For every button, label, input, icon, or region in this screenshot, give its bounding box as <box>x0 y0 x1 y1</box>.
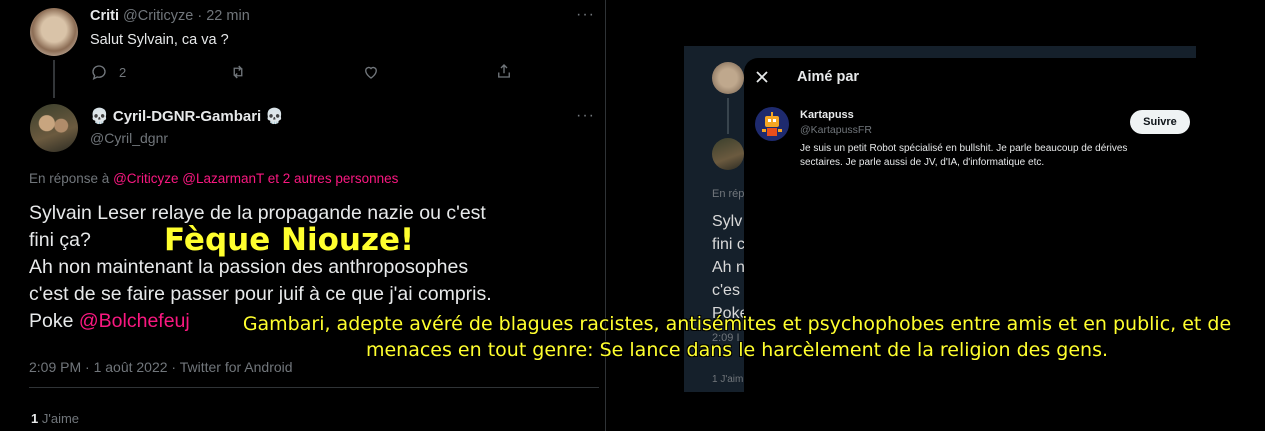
heart-icon <box>365 66 377 79</box>
mention-link[interactable]: @Bolchefeuj <box>79 310 190 332</box>
reply-count: 2 <box>119 65 127 80</box>
user-row[interactable]: Kartapuss @KartapussFR Suivre Je suis un… <box>744 102 1207 182</box>
more-icon[interactable]: ··· <box>576 107 595 125</box>
reply-mentions[interactable]: @Criticyze @LazarmanT et 2 autres person… <box>113 171 398 186</box>
robot-icon <box>762 112 782 136</box>
reply-prefix: En réponse à <box>29 171 110 186</box>
likes-stat[interactable]: 1 J'aime <box>31 411 79 426</box>
overlay-commentary: Gambari, adepte avéré de blagues raciste… <box>242 313 1232 361</box>
follow-button[interactable]: Suivre <box>1130 110 1190 134</box>
thread-line <box>53 60 55 98</box>
avatar[interactable] <box>755 107 789 141</box>
author-handle[interactable]: @Criticyze <box>123 8 193 24</box>
skull-emoji-left: 💀 <box>90 108 109 125</box>
close-icon <box>756 71 768 83</box>
likes-label: J'aime <box>41 411 80 426</box>
user-bio: Je suis un petit Robot spécialisé en bul… <box>800 143 1128 168</box>
modal-title: Aimé par <box>797 69 860 85</box>
likes-count: 1 <box>31 411 39 426</box>
tweet-thread: Criti @Criticyze · 22 min ··· Salut Sylv… <box>0 0 606 431</box>
author-name[interactable]: Cyril-DGNR-Gambari <box>113 108 261 125</box>
avatar <box>712 62 744 94</box>
panel-likes: 1 J'aim <box>712 374 744 385</box>
like-button[interactable] <box>362 63 380 81</box>
retweet-icon <box>233 65 243 79</box>
more-icon[interactable]: ··· <box>576 6 595 24</box>
panel-text-line: Ah n <box>712 259 745 276</box>
skull-emoji-right: 💀 <box>265 108 285 125</box>
user-name[interactable]: Kartapuss <box>800 109 854 121</box>
avatar <box>712 138 744 170</box>
avatar[interactable] <box>30 104 78 152</box>
user-handle[interactable]: @KartapussFR <box>800 124 872 136</box>
tweet-time[interactable]: · 22 min <box>197 8 249 24</box>
share-icon <box>498 64 510 78</box>
divider <box>29 387 599 388</box>
panel-text-line: c'es <box>712 282 740 299</box>
reply-icon <box>92 65 106 81</box>
share-button[interactable] <box>495 62 513 80</box>
reply-context: En réponse à @Criticyze @LazarmanT et 2 … <box>29 171 398 186</box>
thread-line <box>727 98 729 134</box>
author-handle[interactable]: @Cyril_dgnr <box>90 130 168 146</box>
reply-prefix: En rép <box>712 188 745 200</box>
panel-text-line: Sylv <box>712 213 743 230</box>
retweet-button[interactable] <box>229 63 247 81</box>
close-button[interactable] <box>755 70 769 84</box>
tweet-cyril: 💀 Cyril-DGNR-Gambari 💀 @Cyril_dgnr ··· E… <box>0 95 605 431</box>
avatar[interactable] <box>30 8 78 56</box>
tweet-text: Salut Sylvain, ca va ? <box>90 32 229 48</box>
reply-button[interactable] <box>90 63 108 81</box>
tweet-criti[interactable]: Criti @Criticyze · 22 min ··· Salut Sylv… <box>0 0 605 98</box>
panel-text-line: fini c <box>712 236 745 253</box>
overlay-caption: Fèque Niouze! <box>164 222 415 258</box>
author-name[interactable]: Criti <box>90 8 119 24</box>
